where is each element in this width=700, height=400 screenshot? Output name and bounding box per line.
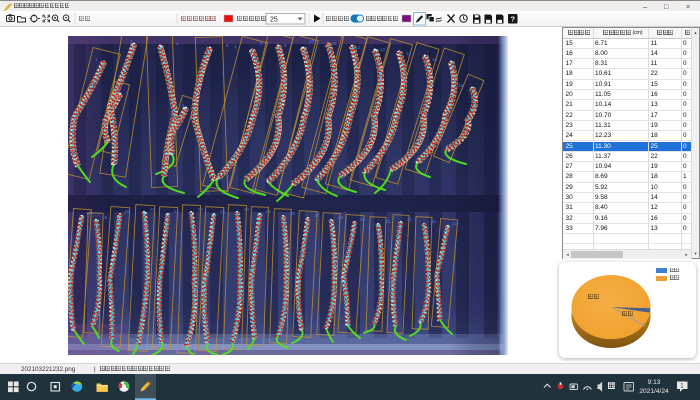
svg-text:32: 32 [431, 219, 437, 224]
svg-text:22: 22 [198, 207, 204, 212]
svg-text:33: 33 [452, 221, 458, 226]
svg-text:30: 30 [385, 219, 391, 224]
svg-text:25: 25 [270, 17, 278, 24]
svg-text:21: 21 [174, 209, 180, 214]
svg-text:10: 10 [309, 39, 315, 44]
svg-text:?: ? [511, 15, 516, 24]
svg-text:13: 13 [380, 47, 386, 52]
svg-text:24: 24 [244, 207, 250, 212]
svg-text:20: 20 [150, 207, 156, 212]
svg-text:23: 23 [220, 209, 226, 214]
svg-text:26: 26 [290, 211, 296, 216]
svg-text:27: 27 [314, 213, 320, 218]
svg-text:12: 12 [355, 45, 361, 50]
svg-text:11: 11 [332, 41, 337, 46]
svg-text:19: 19 [124, 209, 130, 214]
svg-text:28: 28 [338, 215, 344, 220]
svg-text:14: 14 [406, 51, 412, 56]
svg-text:29: 29 [360, 217, 366, 222]
svg-text:31: 31 [407, 217, 413, 222]
svg-text:15: 15 [432, 57, 438, 62]
svg-text:17: 17 [86, 211, 92, 216]
svg-text:16: 16 [458, 83, 464, 88]
svg-text:18: 18 [102, 215, 108, 220]
svg-text:25: 25 [266, 209, 272, 214]
